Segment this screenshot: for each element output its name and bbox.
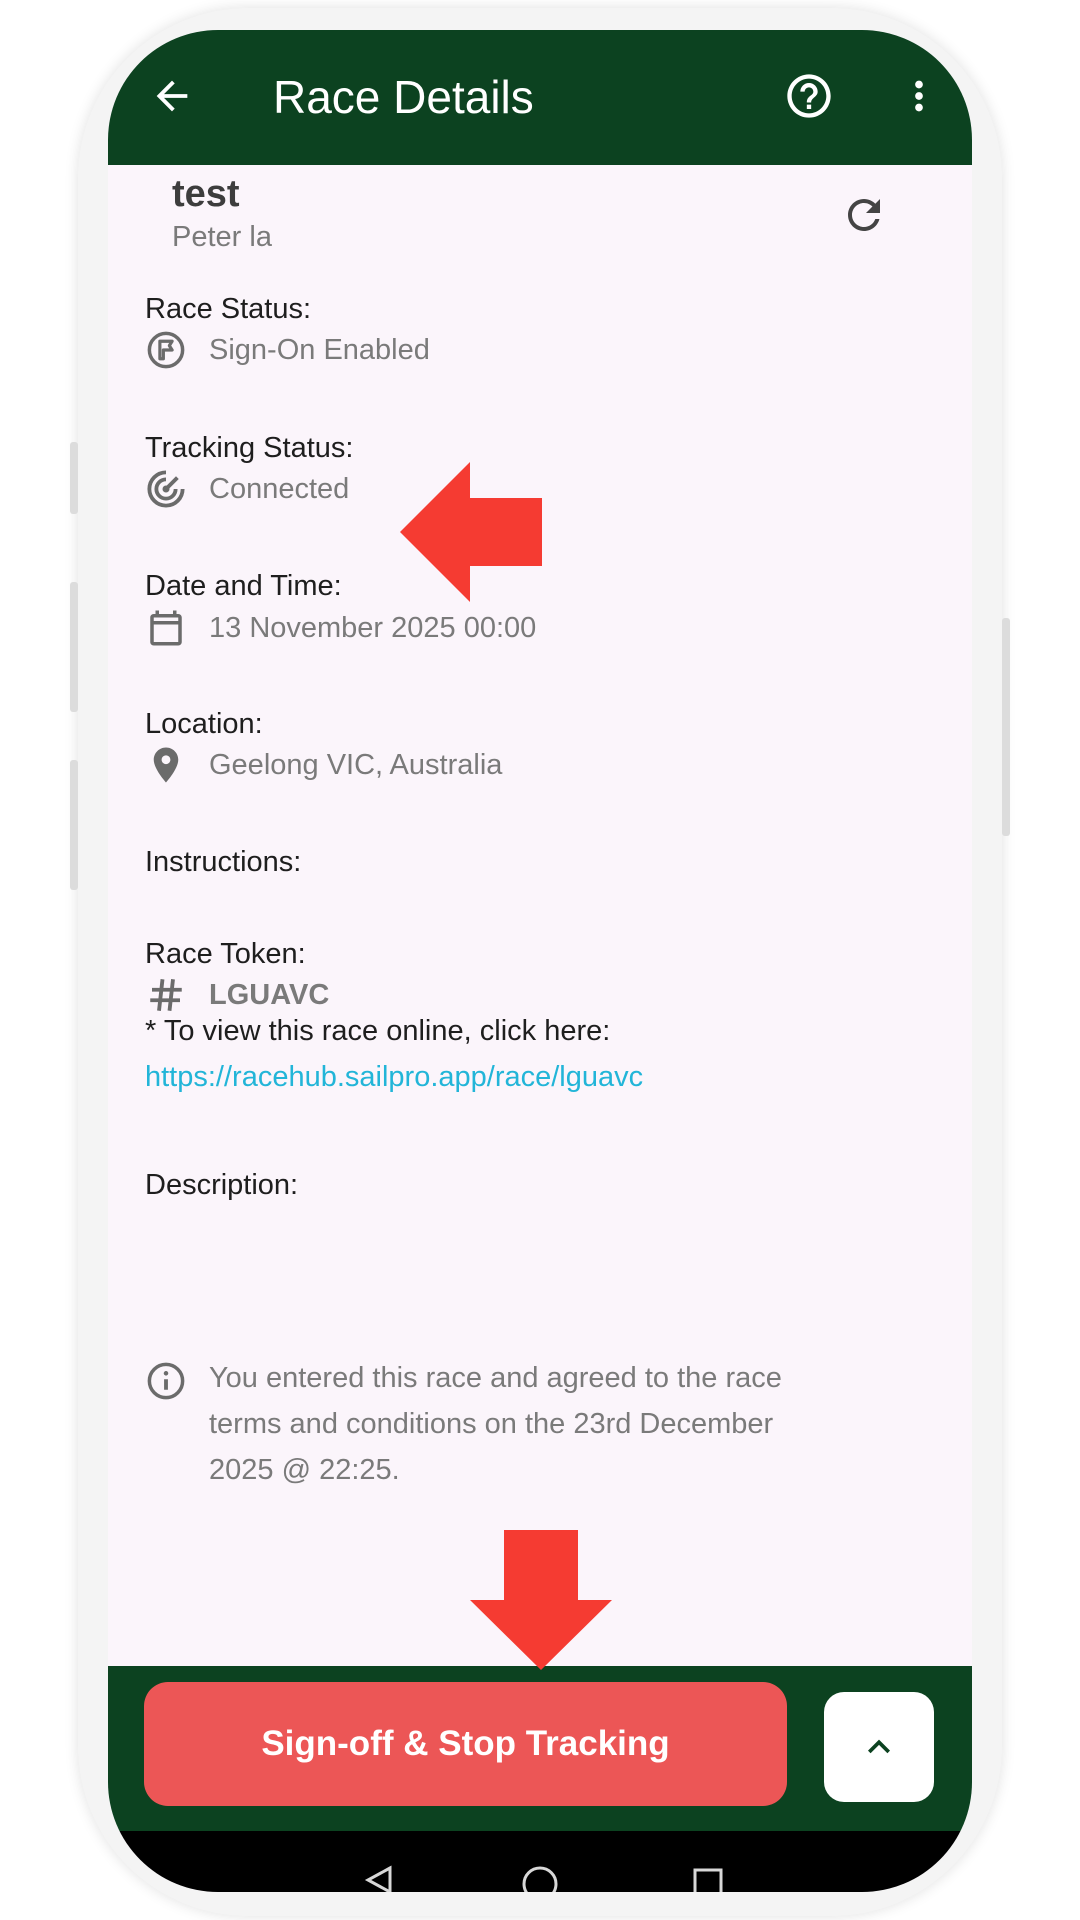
- radar-icon: [145, 468, 187, 510]
- location-row: Geelong VIC, Australia: [145, 742, 502, 788]
- phone-side-button: [70, 760, 78, 890]
- race-name: test: [172, 173, 240, 215]
- race-status-value: Sign-On Enabled: [209, 333, 430, 366]
- date-time-label: Date and Time:: [145, 570, 342, 602]
- app-bar: Race Details: [108, 30, 972, 165]
- back-button[interactable]: [142, 66, 202, 126]
- race-token-label: Race Token:: [145, 938, 306, 970]
- race-status-row: Sign-On Enabled: [145, 327, 430, 373]
- system-nav-bar: [108, 1831, 972, 1892]
- location-label: Location:: [145, 708, 263, 740]
- nav-recents-icon[interactable]: [692, 1867, 724, 1892]
- date-time-row: 13 November 2025 00:00: [145, 605, 536, 651]
- agreement-line: terms and conditions on the 23rd Decembe…: [209, 1408, 774, 1440]
- location-value: Geelong VIC, Australia: [209, 748, 503, 781]
- sign-off-stop-tracking-button[interactable]: Sign-off & Stop Tracking: [144, 1682, 787, 1806]
- hash-icon: [145, 974, 187, 1016]
- phone-side-button: [1002, 618, 1010, 836]
- nav-back-icon[interactable]: [364, 1865, 394, 1892]
- arrow-back-icon: [156, 80, 188, 112]
- race-organizer: Peter la: [172, 221, 272, 253]
- tracking-status-label: Tracking Status:: [145, 432, 354, 464]
- agreement-line: 2025 @ 22:25.: [209, 1454, 400, 1486]
- online-note: * To view this race online, click here:: [145, 1015, 611, 1047]
- calendar-icon: [145, 607, 187, 649]
- phone-side-button: [70, 442, 78, 514]
- more-vert-icon: [915, 80, 923, 112]
- tracking-status-value: Connected: [209, 472, 350, 505]
- description-label: Description:: [145, 1169, 299, 1201]
- race-online-link[interactable]: https://racehub.sailpro.app/race/lguavc: [145, 1061, 643, 1094]
- page-title: Race Details: [273, 71, 534, 123]
- overflow-menu-button[interactable]: [889, 66, 949, 126]
- date-time-value: 13 November 2025 00:00: [209, 611, 537, 644]
- help-circle-icon: [787, 74, 831, 118]
- refresh-icon: [848, 199, 880, 231]
- tracking-status-row: Connected: [145, 466, 349, 512]
- location-pin-icon: [145, 744, 187, 786]
- refresh-button[interactable]: [834, 185, 894, 245]
- help-button[interactable]: [779, 66, 839, 126]
- bottom-action-bar: Sign-off & Stop Tracking: [108, 1666, 972, 1831]
- phone-side-button: [70, 582, 78, 712]
- red-arrow-left-annotation: [400, 462, 542, 602]
- expand-button[interactable]: [824, 1692, 934, 1802]
- chevron-up-icon: [868, 1739, 890, 1754]
- instructions-label: Instructions:: [145, 846, 302, 878]
- red-arrow-down-annotation: [470, 1530, 612, 1670]
- race-status-label: Race Status:: [145, 293, 312, 325]
- nav-home-icon[interactable]: [521, 1865, 559, 1892]
- race-token-value: LGUAVC: [209, 978, 330, 1011]
- info-icon: [145, 1360, 187, 1407]
- agreement-line: You entered this race and agreed to the …: [209, 1362, 782, 1394]
- race-token-row: LGUAVC: [145, 972, 329, 1018]
- flag-circle-icon: [145, 329, 187, 371]
